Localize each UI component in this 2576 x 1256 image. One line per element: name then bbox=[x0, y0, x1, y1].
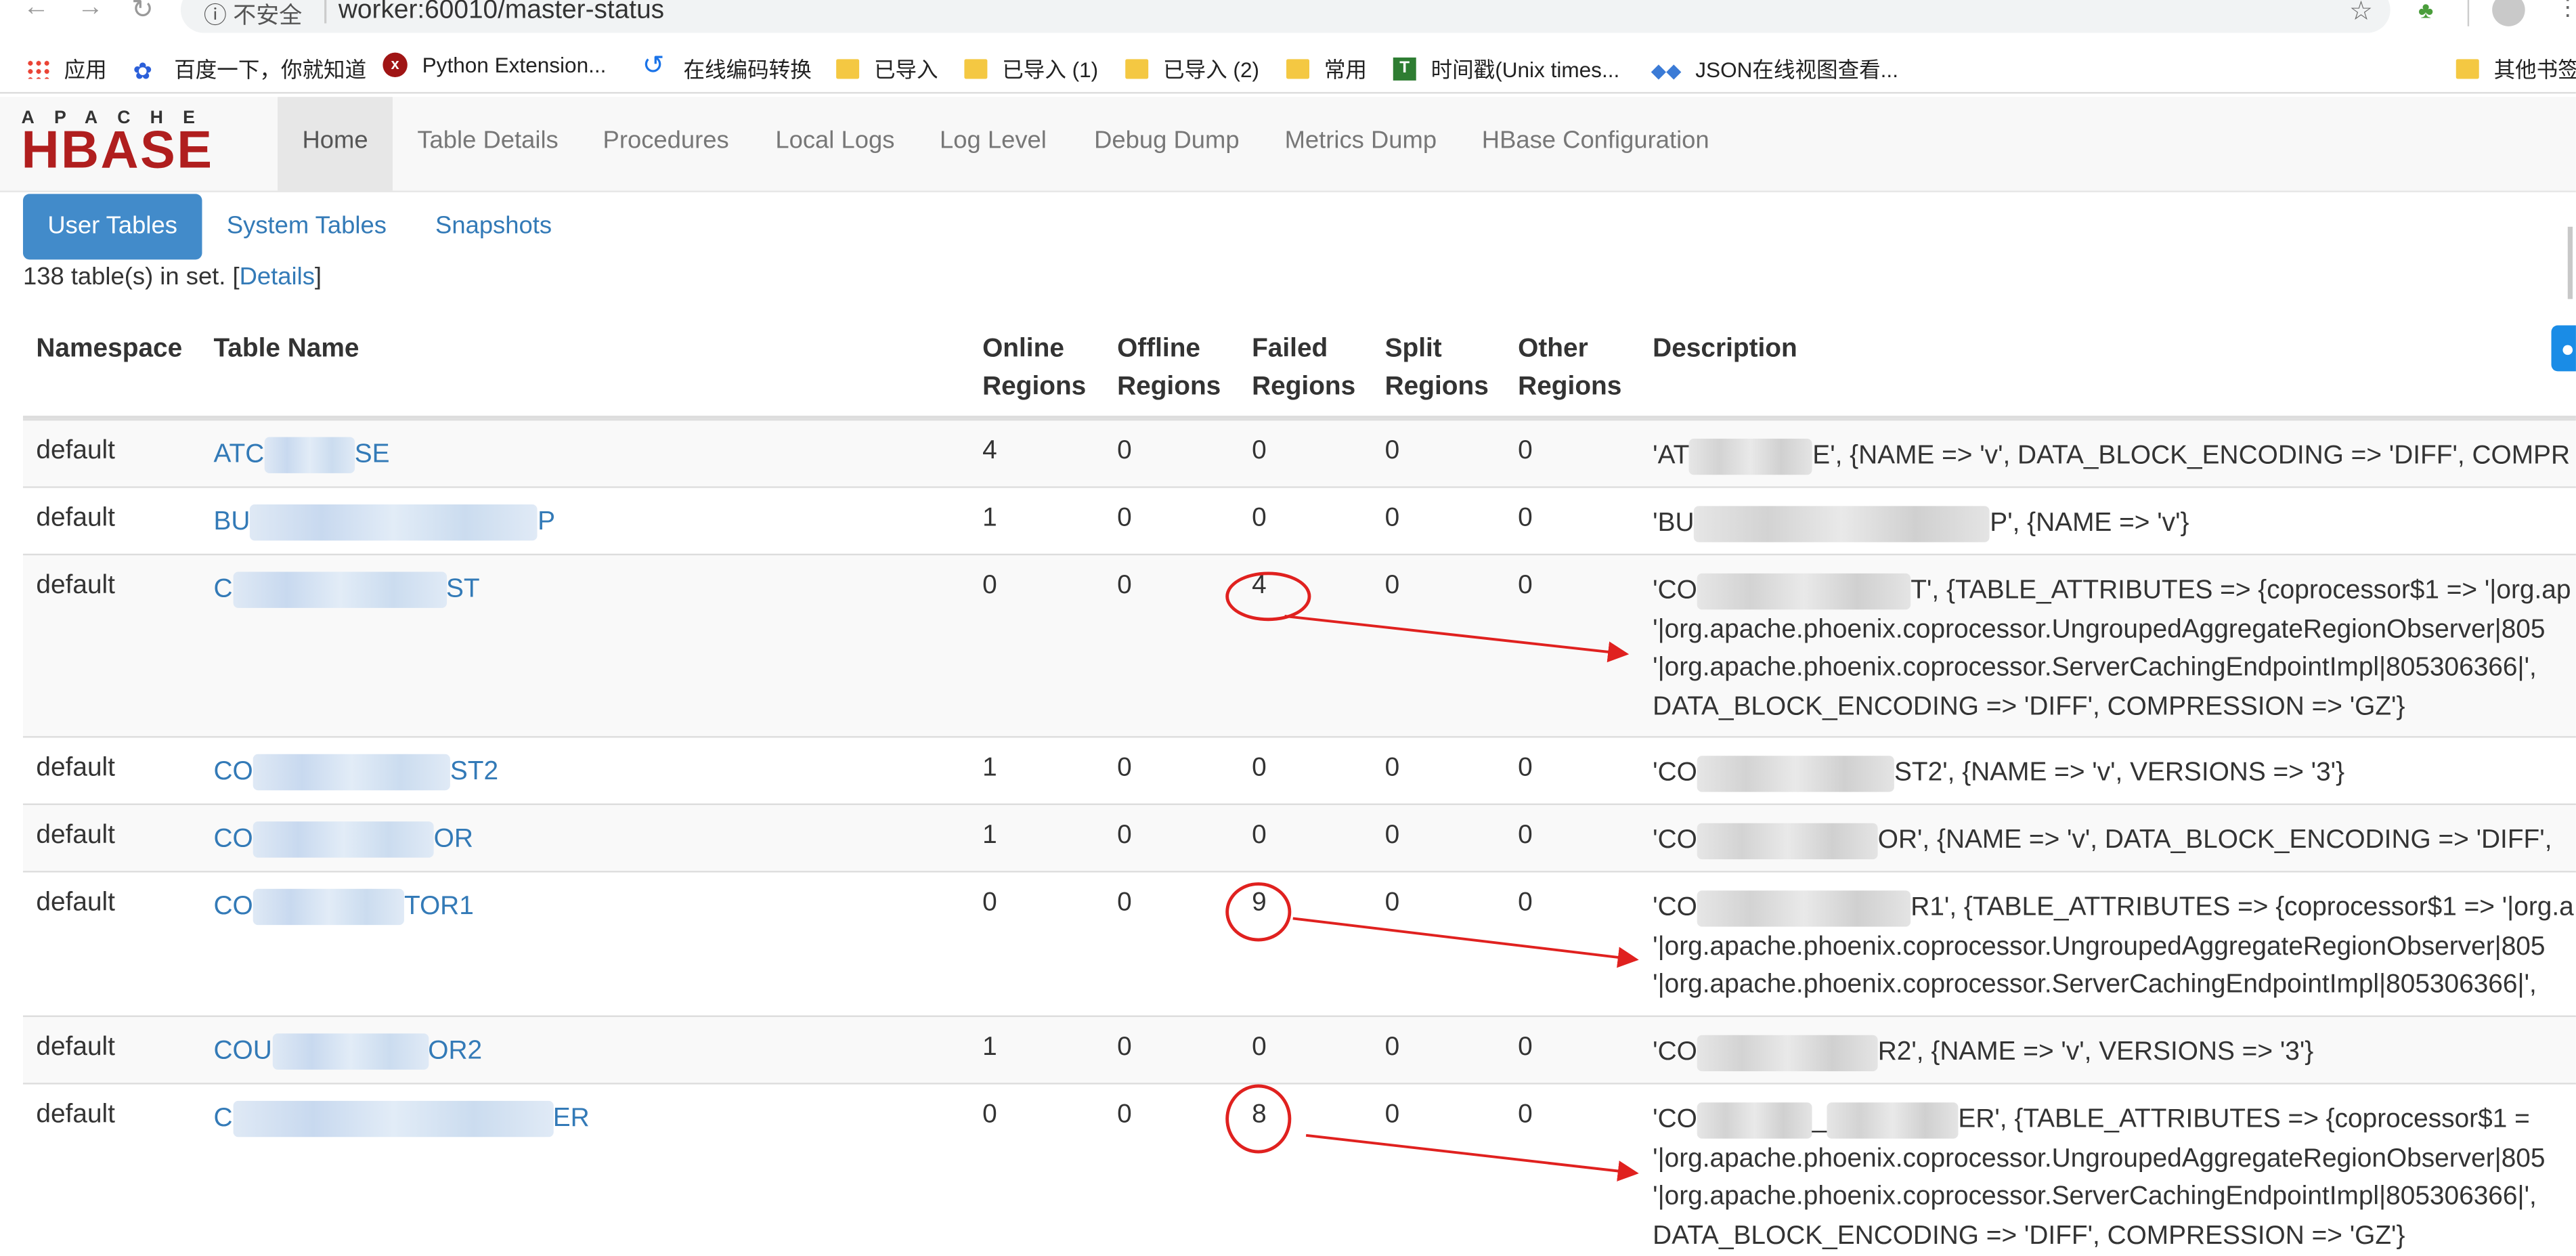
annotation-arrow bbox=[1292, 917, 1639, 968]
annotation-arrow bbox=[1305, 1133, 1639, 1182]
app-viewport: ← → ↻ ⓘ 不安全 | worker:60010/master-status… bbox=[0, 0, 2576, 1255]
annotation-arrow bbox=[1284, 615, 1630, 663]
annotation-arrows bbox=[1284, 615, 1639, 1182]
